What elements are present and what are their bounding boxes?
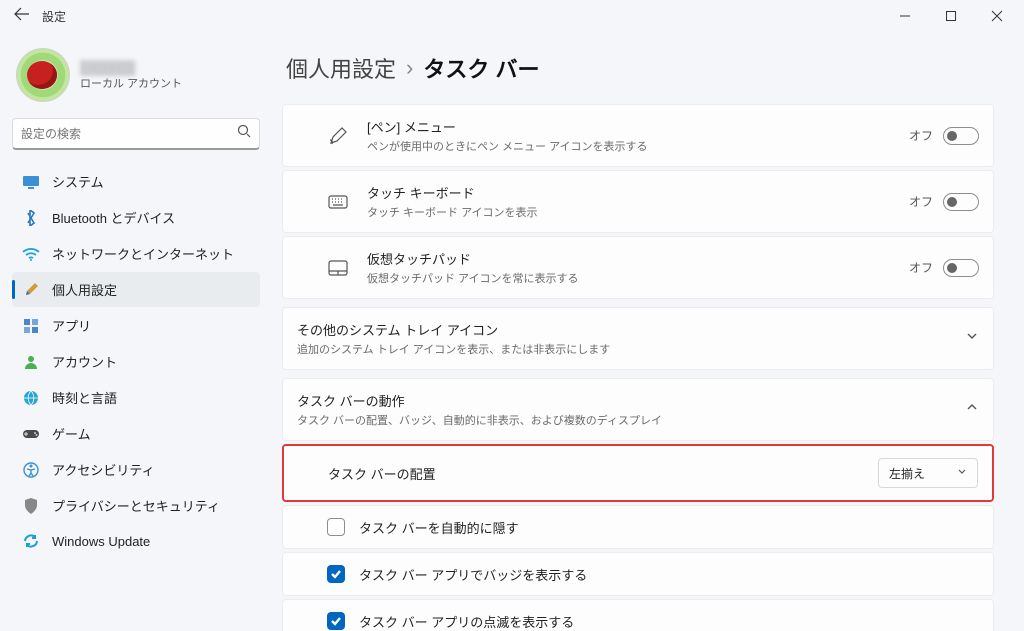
avatar xyxy=(16,48,70,102)
checkbox[interactable] xyxy=(327,518,345,536)
row-title: タスク バーの動作 xyxy=(297,391,965,410)
nav-personalization[interactable]: 個人用設定 xyxy=(12,272,260,307)
row-auto-hide[interactable]: タスク バーを自動的に隠す xyxy=(282,505,994,549)
nav-label: システム xyxy=(52,172,104,191)
main-content: 個人用設定 › タスク バー [ペン] メニュー ペンが使用中のときにペン メニ… xyxy=(268,32,1024,631)
keyboard-icon xyxy=(327,191,349,213)
privacy-icon xyxy=(22,497,40,515)
row-virtual-touchpad[interactable]: 仮想タッチパッド 仮想タッチパッド アイコンを常に表示する オフ xyxy=(282,236,994,299)
maximize-button[interactable] xyxy=(928,0,974,32)
nav: システム Bluetooth とデバイス ネットワークとインターネット 個人用設… xyxy=(12,164,260,558)
nav-bluetooth[interactable]: Bluetooth とデバイス xyxy=(12,200,260,235)
nav-label: アプリ xyxy=(52,316,91,335)
close-button[interactable] xyxy=(974,0,1020,32)
row-sub: タスク バーの配置、バッジ、自動的に非表示、および複数のディスプレイ xyxy=(297,412,965,428)
user-name: ██████ xyxy=(80,60,182,75)
breadcrumb: 個人用設定 › タスク バー xyxy=(286,52,994,84)
user-block[interactable]: ██████ ローカル アカウント xyxy=(12,42,260,116)
nav-label: Windows Update xyxy=(52,534,150,549)
touchpad-icon xyxy=(327,257,349,279)
breadcrumb-parent[interactable]: 個人用設定 xyxy=(286,52,396,84)
bluetooth-icon xyxy=(22,209,40,227)
accessibility-icon xyxy=(22,461,40,479)
sidebar: ██████ ローカル アカウント システム Bluetooth とデバイス xyxy=(0,32,268,631)
row-sub: ペンが使用中のときにペン メニュー アイコンを表示する xyxy=(367,138,909,154)
row-title: タスク バーの配置 xyxy=(328,464,878,483)
nav-label: 時刻と言語 xyxy=(52,388,117,407)
row-taskbar-alignment: タスク バーの配置 左揃え xyxy=(282,444,994,502)
chevron-up-icon xyxy=(965,400,979,419)
chevron-down-icon xyxy=(965,329,979,348)
time-language-icon xyxy=(22,389,40,407)
checkbox[interactable] xyxy=(327,612,345,630)
windows-update-icon xyxy=(22,532,40,550)
nav-network[interactable]: ネットワークとインターネット xyxy=(12,236,260,271)
window-title: 設定 xyxy=(42,8,66,25)
nav-time-language[interactable]: 時刻と言語 xyxy=(12,380,260,415)
row-pen-menu[interactable]: [ペン] メニュー ペンが使用中のときにペン メニュー アイコンを表示する オフ xyxy=(282,104,994,167)
toggle-switch[interactable] xyxy=(943,259,979,277)
toggle-state: オフ xyxy=(909,259,933,276)
nav-accessibility[interactable]: アクセシビリティ xyxy=(12,452,260,487)
search-box[interactable] xyxy=(12,118,260,150)
nav-privacy[interactable]: プライバシーとセキュリティ xyxy=(12,488,260,523)
toggle-state: オフ xyxy=(909,127,933,144)
row-title: 仮想タッチパッド xyxy=(367,249,909,268)
nav-label: プライバシーとセキュリティ xyxy=(52,496,220,515)
breadcrumb-current: タスク バー xyxy=(423,52,539,84)
row-sub: 追加のシステム トレイ アイコンを表示、または非表示にします xyxy=(297,341,965,357)
personalization-icon xyxy=(22,281,40,299)
titlebar: 設定 xyxy=(0,0,1024,32)
nav-label: 個人用設定 xyxy=(52,280,117,299)
checkbox[interactable] xyxy=(327,565,345,583)
nav-windows-update[interactable]: Windows Update xyxy=(12,524,260,558)
nav-label: Bluetooth とデバイス xyxy=(52,208,175,227)
row-taskbar-behaviors[interactable]: タスク バーの動作 タスク バーの配置、バッジ、自動的に非表示、および複数のディ… xyxy=(282,378,994,441)
nav-system[interactable]: システム xyxy=(12,164,260,199)
search-icon xyxy=(237,124,251,143)
accounts-icon xyxy=(22,353,40,371)
nav-label: ゲーム xyxy=(52,424,91,443)
checkbox-label: タスク バー アプリでバッジを表示する xyxy=(359,565,587,584)
row-touch-keyboard[interactable]: タッチ キーボード タッチ キーボード アイコンを表示 オフ xyxy=(282,170,994,233)
nav-gaming[interactable]: ゲーム xyxy=(12,416,260,451)
nav-accounts[interactable]: アカウント xyxy=(12,344,260,379)
pen-icon xyxy=(327,125,349,147)
network-icon xyxy=(22,245,40,263)
search-input[interactable] xyxy=(21,127,237,141)
user-account-type: ローカル アカウント xyxy=(80,75,182,91)
alignment-dropdown[interactable]: 左揃え xyxy=(878,458,978,488)
row-title: [ペン] メニュー xyxy=(367,117,909,136)
back-button[interactable] xyxy=(12,7,32,26)
row-title: タッチ キーボード xyxy=(367,183,909,202)
row-sub: タッチ キーボード アイコンを表示 xyxy=(367,204,909,220)
toggle-state: オフ xyxy=(909,193,933,210)
toggle-switch[interactable] xyxy=(943,127,979,145)
nav-label: アクセシビリティ xyxy=(52,460,155,479)
apps-icon xyxy=(22,317,40,335)
nav-label: ネットワークとインターネット xyxy=(52,244,234,263)
chevron-down-icon xyxy=(957,466,967,480)
nav-label: アカウント xyxy=(52,352,117,371)
nav-apps[interactable]: アプリ xyxy=(12,308,260,343)
breadcrumb-sep: › xyxy=(406,55,413,81)
row-other-tray-icons[interactable]: その他のシステム トレイ アイコン 追加のシステム トレイ アイコンを表示、また… xyxy=(282,307,994,370)
minimize-button[interactable] xyxy=(882,0,928,32)
checkbox-label: タスク バーを自動的に隠す xyxy=(359,518,519,537)
dropdown-value: 左揃え xyxy=(889,465,925,482)
checkbox-label: タスク バー アプリの点滅を表示する xyxy=(359,612,574,631)
toggle-switch[interactable] xyxy=(943,193,979,211)
gaming-icon xyxy=(22,425,40,443)
row-show-flashing[interactable]: タスク バー アプリの点滅を表示する xyxy=(282,599,994,631)
system-icon xyxy=(22,173,40,191)
row-show-badges[interactable]: タスク バー アプリでバッジを表示する xyxy=(282,552,994,596)
row-sub: 仮想タッチパッド アイコンを常に表示する xyxy=(367,270,909,286)
row-title: その他のシステム トレイ アイコン xyxy=(297,320,965,339)
